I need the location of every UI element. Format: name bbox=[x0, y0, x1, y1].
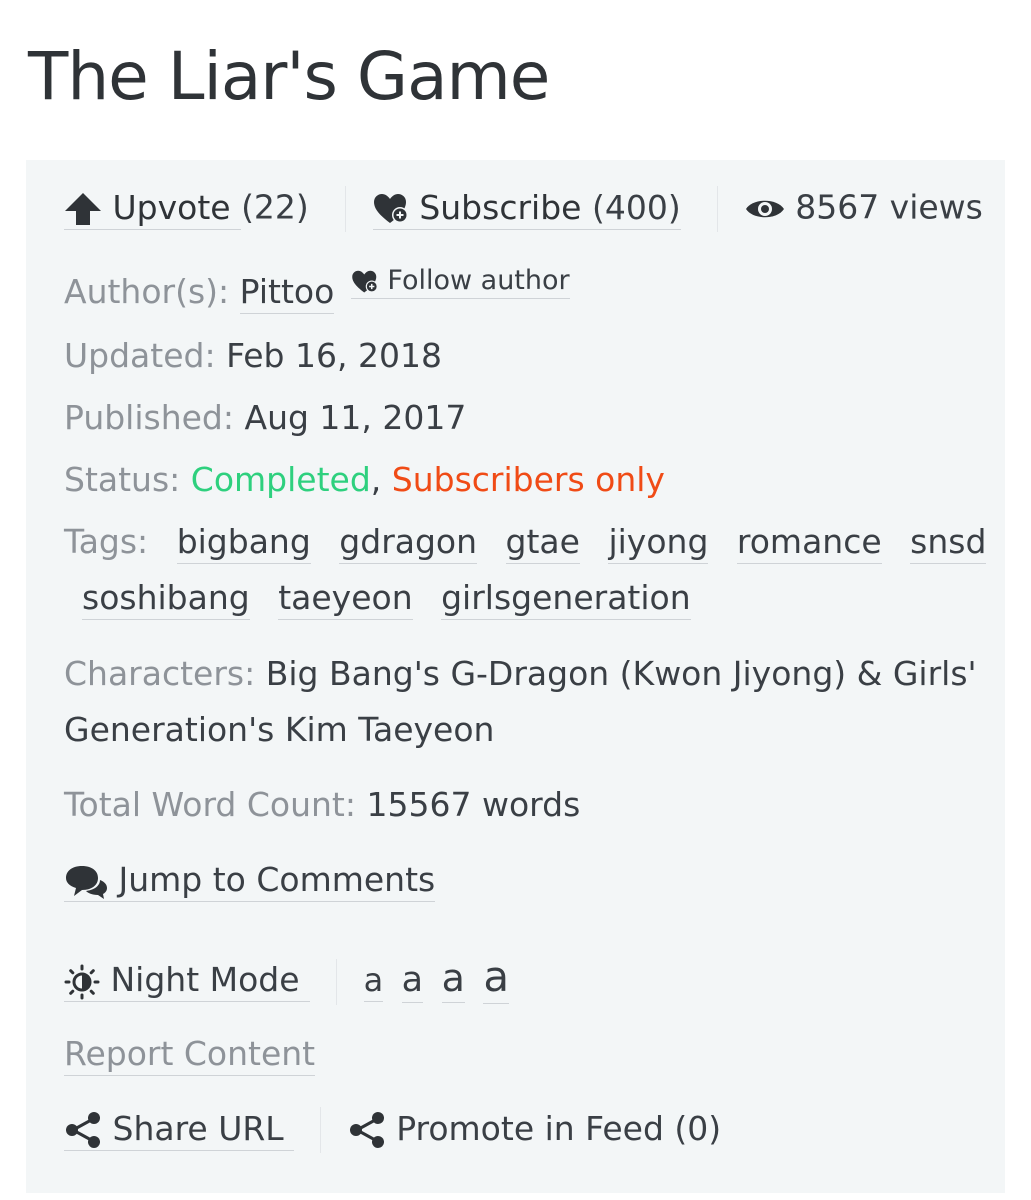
font-size-large[interactable]: a bbox=[441, 956, 465, 1003]
divider bbox=[336, 958, 338, 1005]
font-size-xlarge[interactable]: a bbox=[483, 952, 510, 1004]
tags-row: Tags: bigbang gdragon gtae jiyong romanc… bbox=[64, 522, 1004, 564]
updated-label: Updated: bbox=[64, 336, 216, 375]
author-link[interactable]: Pittoo bbox=[239, 272, 335, 314]
status-completed: Completed bbox=[190, 460, 371, 499]
jump-to-comments-button[interactable]: Jump to Comments bbox=[64, 860, 436, 902]
upvote-label: Upvote bbox=[112, 187, 231, 227]
font-size-medium[interactable]: a bbox=[401, 960, 424, 1003]
night-mode-label: Night Mode bbox=[110, 960, 300, 999]
heart-plus-icon bbox=[373, 193, 409, 225]
share-url-button[interactable]: Share URL bbox=[64, 1108, 295, 1151]
published-label: Published: bbox=[64, 398, 234, 437]
updated-row: Updated: Feb 16, 2018 bbox=[64, 336, 442, 375]
status-row: Status: Completed, Subscribers only bbox=[64, 460, 665, 499]
subscribe-label: Subscribe bbox=[419, 187, 582, 227]
upvote-count: (22) bbox=[241, 187, 309, 227]
share-url-label: Share URL bbox=[112, 1108, 284, 1148]
characters-row-continued: Generation's Kim Taeyeon bbox=[64, 710, 494, 749]
arrow-up-icon bbox=[64, 192, 102, 226]
story-info-panel: Upvote (22) Subscribe (400) 8567 views A… bbox=[26, 160, 1005, 1193]
status-separator: , bbox=[370, 460, 382, 499]
tag-link[interactable]: girlsgeneration bbox=[441, 578, 691, 620]
divider bbox=[717, 186, 719, 232]
tag-link[interactable]: soshibang bbox=[82, 578, 250, 620]
story-title: The Liar's Game bbox=[28, 38, 550, 115]
characters-line-1: Big Bang's G-Dragon (Kwon Jiyong) & Girl… bbox=[265, 654, 977, 693]
published-value: Aug 11, 2017 bbox=[244, 398, 467, 437]
eye-icon bbox=[745, 195, 785, 223]
subscribe-count: (400) bbox=[591, 187, 681, 230]
jump-to-comments-label: Jump to Comments bbox=[118, 860, 436, 899]
reading-options-row: Night Mode a a a a bbox=[64, 952, 510, 1005]
tags-label: Tags: bbox=[64, 522, 149, 561]
share-icon bbox=[348, 1111, 386, 1149]
published-row: Published: Aug 11, 2017 bbox=[64, 398, 466, 437]
promote-in-feed-button[interactable]: Promote in Feed (0) bbox=[348, 1109, 721, 1148]
report-row: Report Content bbox=[64, 1034, 316, 1076]
night-mode-toggle[interactable]: Night Mode bbox=[64, 960, 311, 1002]
share-icon bbox=[64, 1111, 102, 1149]
comments-icon bbox=[64, 864, 108, 900]
word-count-row: Total Word Count: 15567 words bbox=[64, 785, 580, 824]
brightness-icon bbox=[64, 964, 100, 1000]
word-count-value: 15567 words bbox=[366, 785, 581, 824]
subscribe-button[interactable]: Subscribe bbox=[372, 187, 592, 230]
characters-label: Characters: bbox=[64, 654, 256, 693]
view-count: 8567 views bbox=[795, 187, 983, 227]
heart-plus-icon bbox=[351, 270, 379, 294]
characters-line-2: Generation's Kim Taeyeon bbox=[64, 710, 495, 749]
tag-link[interactable]: romance bbox=[736, 522, 882, 564]
promote-in-feed-label: Promote in Feed (0) bbox=[396, 1108, 722, 1148]
follow-author-label: Follow author bbox=[387, 265, 570, 296]
share-row: Share URL Promote in Feed (0) bbox=[64, 1107, 721, 1153]
report-content-link[interactable]: Report Content bbox=[64, 1034, 316, 1076]
divider bbox=[320, 1107, 322, 1153]
tag-link[interactable]: gdragon bbox=[339, 522, 478, 564]
comments-row: Jump to Comments bbox=[64, 860, 436, 902]
author-row: Author(s): Pittoo Follow author bbox=[64, 265, 570, 314]
tag-link[interactable]: gtae bbox=[505, 522, 580, 564]
font-size-small[interactable]: a bbox=[363, 961, 384, 1002]
tag-link[interactable]: bigbang bbox=[176, 522, 311, 564]
word-count-label: Total Word Count: bbox=[64, 785, 356, 824]
author-label: Author(s): bbox=[64, 272, 230, 311]
status-subscribers-only: Subscribers only bbox=[391, 460, 665, 499]
updated-value: Feb 16, 2018 bbox=[226, 336, 442, 375]
tag-link[interactable]: taeyeon bbox=[278, 578, 413, 620]
divider bbox=[345, 186, 347, 232]
tag-link[interactable]: snsd bbox=[910, 522, 987, 564]
status-label: Status: bbox=[64, 460, 181, 499]
tag-link[interactable]: jiyong bbox=[608, 522, 709, 564]
tags-row-continued: soshibang taeyeon girlsgeneration bbox=[82, 578, 709, 620]
action-row: Upvote (22) Subscribe (400) 8567 views bbox=[64, 186, 983, 232]
characters-row: Characters: Big Bang's G-Dragon (Kwon Ji… bbox=[64, 654, 977, 693]
follow-author-button[interactable]: Follow author bbox=[350, 265, 570, 299]
upvote-button[interactable]: Upvote bbox=[64, 187, 242, 230]
